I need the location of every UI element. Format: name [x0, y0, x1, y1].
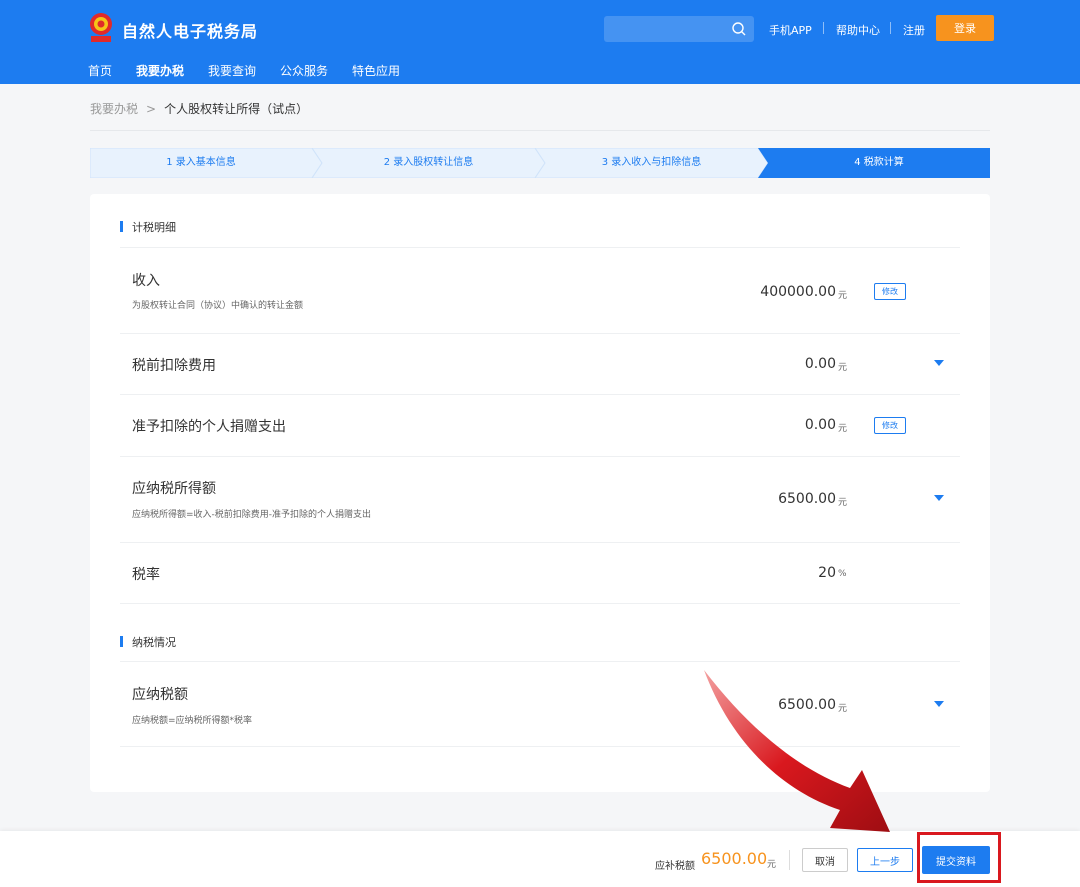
section-title-tax-status: 纳税情况 — [120, 634, 176, 650]
row-income: 收入 为股权转让合同（协议）中确认的转让金额 400000.00 元 修改 — [120, 247, 960, 333]
tax-due-amount: 6500.00 — [701, 849, 768, 868]
row-label: 税率 — [132, 567, 160, 583]
previous-step-button[interactable]: 上一步 — [857, 848, 913, 872]
divider — [90, 130, 990, 131]
search-icon[interactable] — [731, 21, 747, 37]
divider — [789, 850, 790, 870]
edit-donation-button[interactable]: 修改 — [874, 417, 906, 434]
breadcrumb-separator: > — [146, 102, 157, 116]
row-value: 0.00 — [804, 417, 836, 433]
row-description: 为股权转让合同（协议）中确认的转让金额 — [132, 301, 304, 311]
login-button[interactable]: 登录 — [936, 15, 994, 41]
step-2: 2 录入股权转让信息 — [383, 157, 474, 168]
row-value: 6500.00 — [778, 491, 836, 507]
row-label: 应纳税所得额 — [132, 481, 216, 497]
cancel-button[interactable]: 取消 — [802, 848, 848, 872]
row-unit: 元 — [838, 363, 848, 373]
section-title-tax-detail: 计税明细 — [120, 219, 176, 235]
row-pretax-deduction: 税前扣除费用 0.00 元 — [120, 333, 960, 394]
row-value: 400000.00 — [760, 284, 836, 300]
row-label: 准予扣除的个人捐赠支出 — [132, 419, 286, 435]
tax-due-label: 应补税额 — [655, 861, 695, 872]
row-label: 税前扣除费用 — [132, 358, 216, 374]
breadcrumb-home[interactable]: 我要办税 — [90, 102, 138, 116]
help-center-link[interactable]: 帮助中心 — [836, 22, 880, 38]
nav-tax-service[interactable]: 我要办税 — [136, 62, 184, 79]
tax-due-unit: 元 — [767, 860, 777, 870]
row-unit: 元 — [838, 498, 848, 508]
row-description: 应纳税额=应纳税所得额*税率 — [132, 716, 253, 726]
nav-query[interactable]: 我要查询 — [208, 62, 256, 79]
step-4-active: 4 税款计算 — [854, 157, 904, 168]
caret-down-icon[interactable] — [934, 701, 944, 707]
step-progress-bar: 1 录入基本信息 2 录入股权转让信息 3 录入收入与扣除信息 4 税款计算 — [90, 148, 990, 178]
row-unit: % — [838, 569, 847, 579]
divider — [823, 22, 824, 34]
tax-emblem-logo[interactable] — [88, 12, 114, 44]
nav-featured-apps[interactable]: 特色应用 — [352, 62, 400, 79]
divider — [890, 22, 891, 34]
caret-down-icon[interactable] — [934, 360, 944, 366]
row-unit: 元 — [838, 424, 848, 434]
edit-income-button[interactable]: 修改 — [874, 283, 906, 300]
row-value: 20 — [818, 565, 836, 581]
register-link[interactable]: 注册 — [903, 22, 925, 38]
row-description: 应纳税所得额=收入-税前扣除费用-准予扣除的个人捐赠支出 — [132, 510, 372, 520]
row-taxable-income: 应纳税所得额 应纳税所得额=收入-税前扣除费用-准予扣除的个人捐赠支出 6500… — [120, 456, 960, 542]
row-label: 收入 — [132, 273, 160, 289]
row-donation-deduction: 准予扣除的个人捐赠支出 0.00 元 修改 — [120, 394, 960, 456]
nav-home[interactable]: 首页 — [88, 62, 112, 79]
site-title[interactable]: 自然人电子税务局 — [122, 18, 258, 42]
mobile-app-link[interactable]: 手机APP — [769, 22, 812, 38]
red-arrow-annotation — [704, 670, 890, 832]
breadcrumb: 我要办税 > 个人股权转让所得（试点） — [90, 100, 308, 117]
search-box[interactable] — [604, 16, 754, 42]
step-3: 3 录入收入与扣除信息 — [601, 157, 702, 168]
nav-public-service[interactable]: 公众服务 — [280, 62, 328, 79]
row-value: 0.00 — [804, 356, 836, 372]
step-1: 1 录入基本信息 — [166, 157, 236, 168]
highlight-box-annotation — [917, 832, 1001, 883]
row-unit: 元 — [838, 291, 848, 301]
row-label: 应纳税额 — [132, 687, 188, 703]
divider — [120, 603, 960, 604]
header: 自然人电子税务局 手机APP 帮助中心 注册 登录 首页 我要办税 我要查询 公… — [0, 0, 1080, 84]
row-tax-rate: 税率 20 % — [120, 542, 960, 603]
search-input[interactable] — [604, 16, 724, 42]
breadcrumb-current: 个人股权转让所得（试点） — [164, 102, 309, 116]
caret-down-icon[interactable] — [934, 495, 944, 501]
